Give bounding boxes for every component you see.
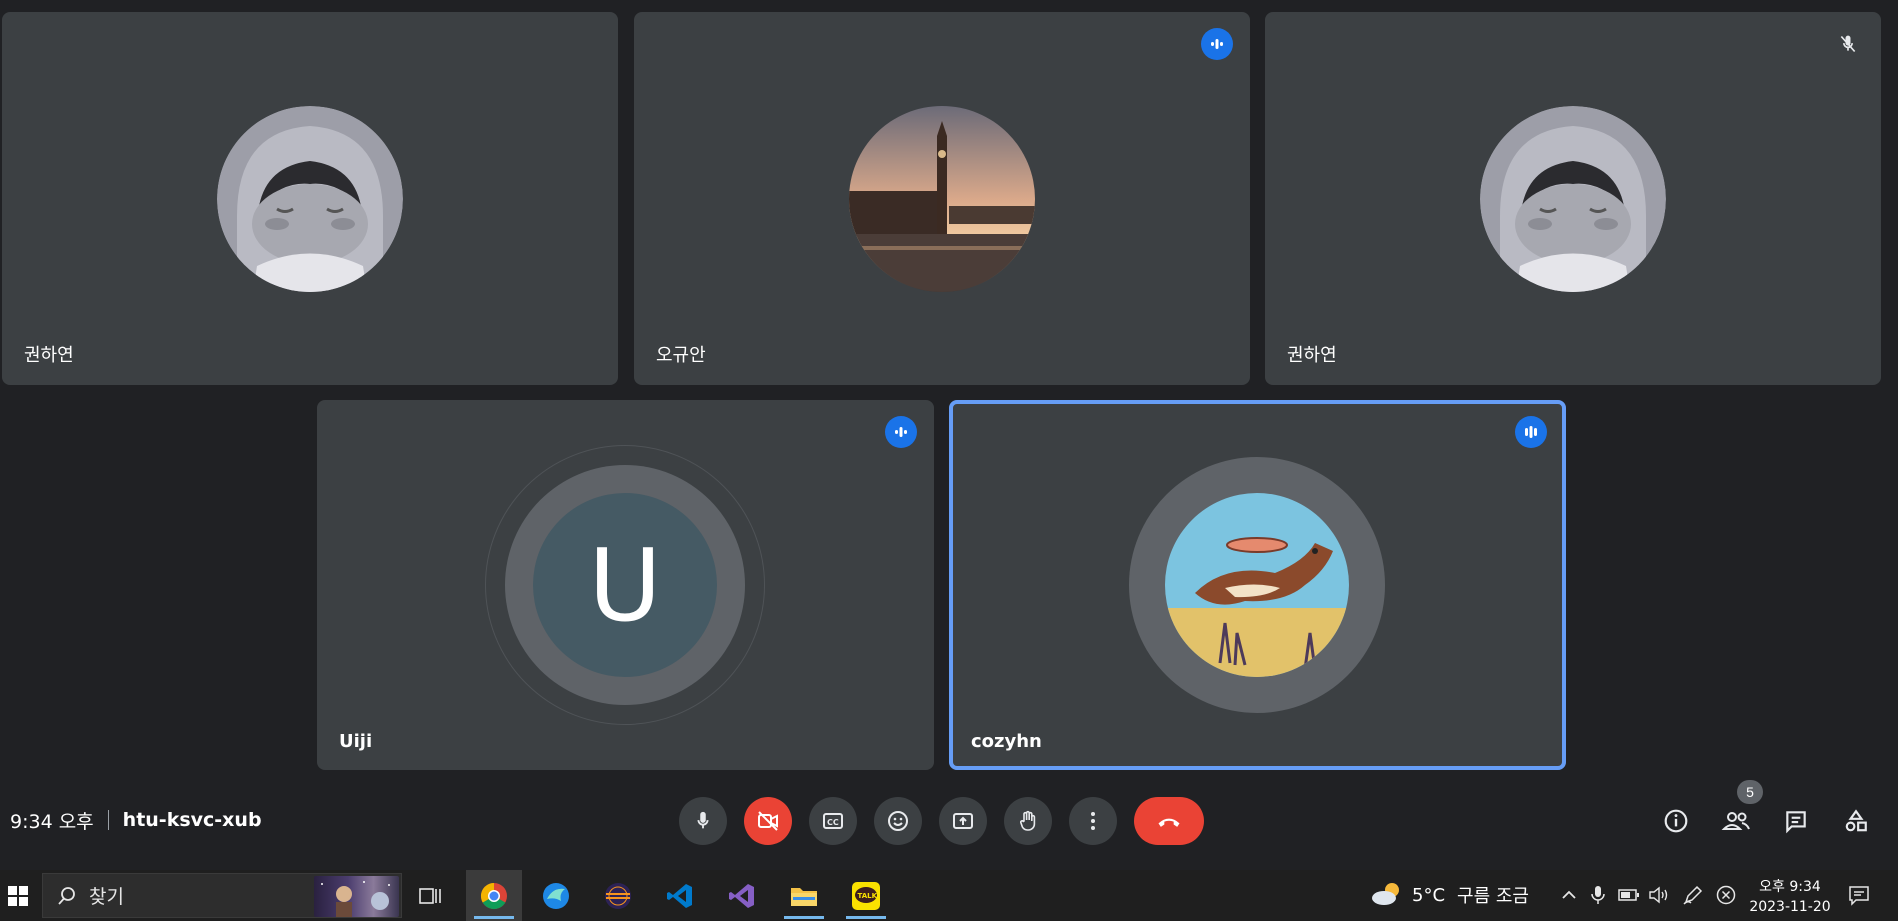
- notifications-icon[interactable]: [1848, 884, 1870, 906]
- people-icon: [1721, 812, 1750, 830]
- show-hidden-icons-chevron-icon[interactable]: [1560, 887, 1578, 903]
- chat-icon: [1786, 811, 1806, 834]
- kakaotalk-icon: TALK: [852, 881, 880, 910]
- windows-logo-icon: [8, 885, 28, 906]
- participant-avatar: [849, 106, 1035, 292]
- activities-icon: [1845, 809, 1867, 832]
- participant-avatar: [217, 106, 403, 292]
- eclipse-icon: [605, 882, 631, 909]
- meeting-details-button[interactable]: [1652, 797, 1700, 845]
- raise-hand-icon: [1019, 810, 1036, 831]
- windows-taskbar: 찾기 TALK 5°C 구름 조금 오후 9:34 2023-11-20: [0, 870, 1898, 921]
- bird-app-icon: [543, 882, 569, 909]
- camera-off-icon: [758, 811, 778, 831]
- participant-name: Uiji: [339, 731, 373, 752]
- speaking-indicator-icon: [1201, 28, 1233, 60]
- participant-tile[interactable]: 권하연: [2, 12, 618, 385]
- participant-avatar: [1165, 493, 1349, 677]
- mic-off-icon: [1832, 28, 1864, 60]
- meeting-time: 9:34 오후: [10, 810, 94, 833]
- participant-tile[interactable]: 권하연: [1265, 12, 1881, 385]
- captions-icon: CC: [823, 813, 843, 829]
- weather-widget[interactable]: 5°C 구름 조금: [1370, 878, 1529, 912]
- taskbar-app-file-explorer[interactable]: [776, 870, 832, 921]
- taskbar-app-chrome[interactable]: [466, 870, 522, 921]
- svg-text:TALK: TALK: [858, 892, 878, 900]
- present-screen-icon: [953, 813, 973, 829]
- task-view-icon: [419, 887, 441, 904]
- weather-description: 구름 조금: [1457, 886, 1529, 907]
- emoji-button[interactable]: [874, 797, 922, 845]
- search-placeholder: 찾기: [89, 886, 124, 908]
- separator: [107, 810, 109, 830]
- participant-name: cozyhn: [971, 731, 1042, 752]
- participant-avatar: [1480, 106, 1666, 292]
- raise-hand-button[interactable]: [1004, 797, 1052, 845]
- microphone-button[interactable]: [679, 797, 727, 845]
- taskbar-app-webstorm[interactable]: [528, 870, 584, 921]
- search-icon: [58, 886, 75, 905]
- participant-tile-active[interactable]: cozyhn: [949, 400, 1566, 770]
- avatar-initial: U: [588, 526, 662, 644]
- meet-window: 권하연 오규안 권하연 U Uiji cozyhn 9:34 오후 htu-ks…: [0, 0, 1898, 921]
- taskbar-search-box[interactable]: 찾기: [42, 873, 402, 918]
- folder-icon: [791, 887, 817, 906]
- start-button[interactable]: [0, 870, 36, 921]
- emoji-icon: [888, 811, 908, 831]
- camera-toggle-button[interactable]: [744, 797, 792, 845]
- visual-studio-icon: [729, 883, 754, 908]
- search-highlight-image: [314, 876, 399, 917]
- taskbar-app-kakaotalk[interactable]: TALK: [838, 870, 894, 921]
- present-button[interactable]: [939, 797, 987, 845]
- participant-tile[interactable]: 오규안: [634, 12, 1250, 385]
- speaking-indicator-icon: [1515, 416, 1547, 448]
- chrome-icon: [480, 882, 507, 909]
- volume-icon[interactable]: [1648, 885, 1670, 905]
- speaking-indicator-icon: [885, 416, 917, 448]
- info-icon: [1664, 809, 1688, 833]
- task-view-button[interactable]: [402, 870, 458, 921]
- activities-button[interactable]: [1832, 797, 1880, 845]
- participant-name: 오규안: [656, 345, 706, 366]
- microphone-icon: [697, 811, 709, 829]
- clock-time: 오후 9:34: [1759, 879, 1821, 895]
- leave-call-button[interactable]: [1134, 797, 1204, 845]
- taskbar-app-vscode[interactable]: [652, 870, 708, 921]
- close-circle-icon[interactable]: [1716, 885, 1736, 905]
- pen-icon[interactable]: [1682, 884, 1704, 906]
- participant-tile[interactable]: U Uiji: [317, 400, 934, 770]
- meeting-info: 9:34 오후 htu-ksvc-xub: [10, 806, 262, 834]
- more-options-button[interactable]: [1069, 797, 1117, 845]
- participant-avatar: U: [533, 493, 717, 677]
- people-button[interactable]: [1712, 797, 1760, 845]
- partly-cloudy-icon: [1372, 883, 1399, 905]
- svg-text:CC: CC: [827, 818, 839, 827]
- more-options-icon: [1091, 812, 1095, 830]
- battery-icon[interactable]: [1618, 887, 1640, 903]
- taskbar-app-visual-studio[interactable]: [714, 870, 770, 921]
- captions-button[interactable]: CC: [809, 797, 857, 845]
- microphone-tray-icon[interactable]: [1590, 885, 1606, 905]
- meeting-code[interactable]: htu-ksvc-xub: [123, 809, 262, 831]
- system-clock[interactable]: 오후 9:34 2023-11-20: [1748, 873, 1832, 918]
- participant-name: 권하연: [1287, 345, 1337, 366]
- clock-date: 2023-11-20: [1749, 899, 1831, 915]
- vscode-icon: [667, 883, 692, 908]
- chat-button[interactable]: [1772, 797, 1820, 845]
- taskbar-app-eclipse[interactable]: [590, 870, 646, 921]
- hang-up-icon: [1158, 818, 1180, 827]
- participant-name: 권하연: [24, 345, 74, 366]
- weather-temperature: 5°C: [1412, 884, 1446, 906]
